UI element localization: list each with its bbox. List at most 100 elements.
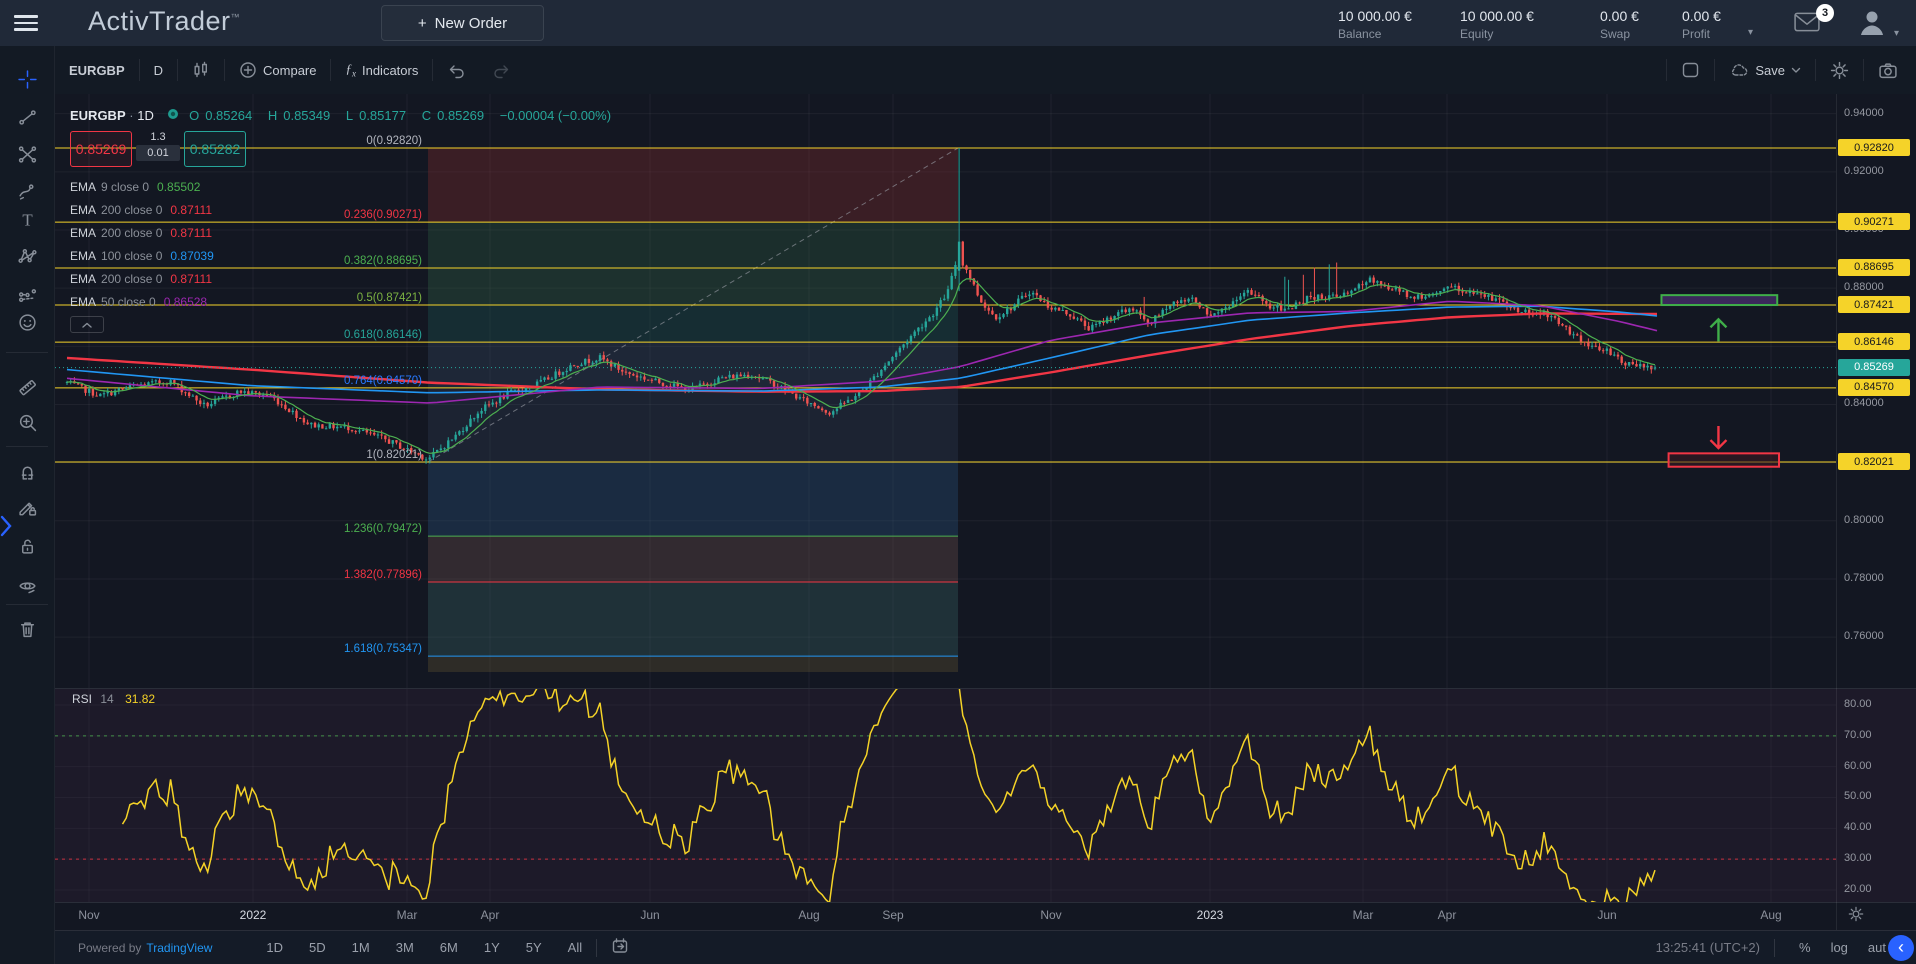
range-5D[interactable]: 5D xyxy=(309,940,326,955)
emoji-tool[interactable] xyxy=(18,313,37,337)
log-scale-button[interactable]: log xyxy=(1831,940,1848,955)
user-avatar[interactable] xyxy=(1856,6,1888,43)
range-3M[interactable]: 3M xyxy=(396,940,414,955)
range-6M[interactable]: 6M xyxy=(440,940,458,955)
forecast-tool[interactable] xyxy=(18,285,37,309)
plus-icon: + xyxy=(418,15,427,32)
hamburger-menu-icon[interactable] xyxy=(14,15,38,31)
indicators-button[interactable]: ƒx Indicators xyxy=(331,56,432,84)
hide-drawings-tool[interactable] xyxy=(18,577,37,601)
buy-price-button[interactable]: 0.85282 xyxy=(184,131,246,167)
panel-expand-icon[interactable] xyxy=(0,514,12,543)
range-1M[interactable]: 1M xyxy=(352,940,370,955)
indicator-row-ema-200[interactable]: EMA200 close 00.87111 xyxy=(70,203,212,223)
svg-text:0.5(0.87421): 0.5(0.87421) xyxy=(357,292,422,304)
change-value: −0.00004 (−0.00%) xyxy=(500,108,611,123)
go-to-date-icon xyxy=(611,937,630,955)
main-price-chart[interactable]: 0(0.92820)0.236(0.90271)0.382(0.88695)0.… xyxy=(55,94,1836,688)
save-button[interactable]: Save xyxy=(1715,56,1815,84)
remove-drawings-tool[interactable] xyxy=(18,620,37,644)
avatar-caret-icon[interactable]: ▾ xyxy=(1894,28,1899,39)
redo-button[interactable] xyxy=(479,56,525,84)
svg-text:1.382(0.77896): 1.382(0.77896) xyxy=(344,569,422,581)
range-All[interactable]: All xyxy=(568,940,582,955)
sell-price-button[interactable]: 0.85269 xyxy=(70,131,132,167)
time-tick-Apr[interactable]: Apr xyxy=(481,908,500,922)
clock-label[interactable]: 13:25:41 (UTC+2) xyxy=(1656,940,1760,955)
spread-value: 1.3 xyxy=(136,131,180,143)
indicator-row-ema-50[interactable]: EMA50 close 00.86528 xyxy=(70,295,207,315)
time-tick-Nov[interactable]: Nov xyxy=(1040,908,1061,922)
time-tick-Apr[interactable]: Apr xyxy=(1438,908,1457,922)
interval-button[interactable]: D xyxy=(140,56,177,84)
trend-line-tool[interactable] xyxy=(18,108,37,132)
time-tick-Jun[interactable]: Jun xyxy=(1597,908,1616,922)
indicator-row-ema-200[interactable]: EMA200 close 00.87111 xyxy=(70,272,212,292)
multichart-button[interactable] xyxy=(1667,56,1714,84)
range-1Y[interactable]: 1Y xyxy=(484,940,500,955)
xabcd-pattern-tool[interactable] xyxy=(18,247,37,271)
stats-caret-icon[interactable]: ▾ xyxy=(1748,27,1753,38)
time-tick-Aug[interactable]: Aug xyxy=(798,908,819,922)
chart-legend: EURGBP · 1D O0.85264 H0.85349 L0.85177 C… xyxy=(70,108,617,123)
fib-retracement-tool[interactable] xyxy=(18,145,37,169)
price-tick: 0.84000 xyxy=(1844,397,1884,409)
chart-style-button[interactable] xyxy=(178,56,224,84)
rsi-tick: 20.00 xyxy=(1844,883,1872,895)
rsi-pane-chart[interactable] xyxy=(55,688,1836,902)
magnet-icon xyxy=(18,463,37,482)
ruler-icon xyxy=(18,378,37,397)
camera-icon xyxy=(1878,61,1898,80)
time-axis-settings-icon[interactable] xyxy=(1848,906,1864,927)
indicator-row-ema-100[interactable]: EMA100 close 00.87039 xyxy=(70,249,214,269)
range-1D[interactable]: 1D xyxy=(266,940,283,955)
lock-tool[interactable] xyxy=(18,537,37,561)
chart-settings-button[interactable] xyxy=(1816,56,1863,84)
tradingview-link[interactable]: TradingView xyxy=(146,941,212,955)
time-tick-Aug[interactable]: Aug xyxy=(1760,908,1781,922)
activtrader-app: ActivTrader™ + New Order 10 000.00 €Bala… xyxy=(0,0,1916,964)
brush-tool[interactable] xyxy=(18,182,37,206)
time-tick-2023[interactable]: 2023 xyxy=(1197,908,1224,922)
indicator-row-ema-9[interactable]: EMA9 close 00.85502 xyxy=(70,180,200,200)
market-status-icon xyxy=(167,108,179,120)
trend-line-icon xyxy=(18,108,37,127)
undo-button[interactable] xyxy=(433,56,479,84)
lock-icon xyxy=(18,537,37,556)
collapse-panel-button[interactable]: ‹ xyxy=(1888,935,1914,961)
pane-divider[interactable] xyxy=(55,688,1916,689)
time-tick-2022[interactable]: 2022 xyxy=(240,908,267,922)
app-logo: ActivTrader™ xyxy=(88,6,240,37)
snapshot-button[interactable] xyxy=(1864,56,1912,84)
new-order-button[interactable]: + New Order xyxy=(381,5,544,41)
price-line-badge: 0.87421 xyxy=(1838,296,1910,313)
symbol-button[interactable]: EURGBP xyxy=(55,56,139,84)
go-to-date-button[interactable] xyxy=(611,937,630,958)
hide-drawings-icon xyxy=(18,577,37,596)
indicator-row-ema-200[interactable]: EMA200 close 00.87111 xyxy=(70,226,212,246)
compare-button[interactable]: Compare xyxy=(225,56,330,84)
percent-scale-button[interactable]: % xyxy=(1799,940,1811,955)
volume-field[interactable]: 0.01 xyxy=(136,145,180,161)
price-tick: 0.92000 xyxy=(1844,165,1884,177)
time-tick-Jun[interactable]: Jun xyxy=(640,908,659,922)
undo-icon xyxy=(447,62,465,79)
auto-scale-button[interactable]: aut xyxy=(1868,940,1886,955)
time-tick-Nov[interactable]: Nov xyxy=(78,908,99,922)
zoom-in-tool[interactable] xyxy=(18,413,37,437)
magnet-tool[interactable] xyxy=(18,463,37,487)
drawing-mode-tool[interactable] xyxy=(18,498,37,522)
text-tool[interactable]: T xyxy=(18,210,37,234)
crosshair-tool[interactable] xyxy=(18,70,37,94)
range-5Y[interactable]: 5Y xyxy=(526,940,542,955)
time-tick-Mar[interactable]: Mar xyxy=(397,908,418,922)
price-line-badge: 0.82021 xyxy=(1838,453,1910,470)
ruler-tool[interactable] xyxy=(18,378,37,402)
time-tick-Sep[interactable]: Sep xyxy=(882,908,903,922)
legend-collapse-button[interactable] xyxy=(70,316,104,333)
xabcd-pattern-icon xyxy=(18,247,37,266)
time-tick-Mar[interactable]: Mar xyxy=(1353,908,1374,922)
brush-icon xyxy=(18,182,37,201)
legend-symbol[interactable]: EURGBP xyxy=(70,108,126,123)
rsi-indicator-row[interactable]: RSI 14 31.82 xyxy=(72,692,155,706)
